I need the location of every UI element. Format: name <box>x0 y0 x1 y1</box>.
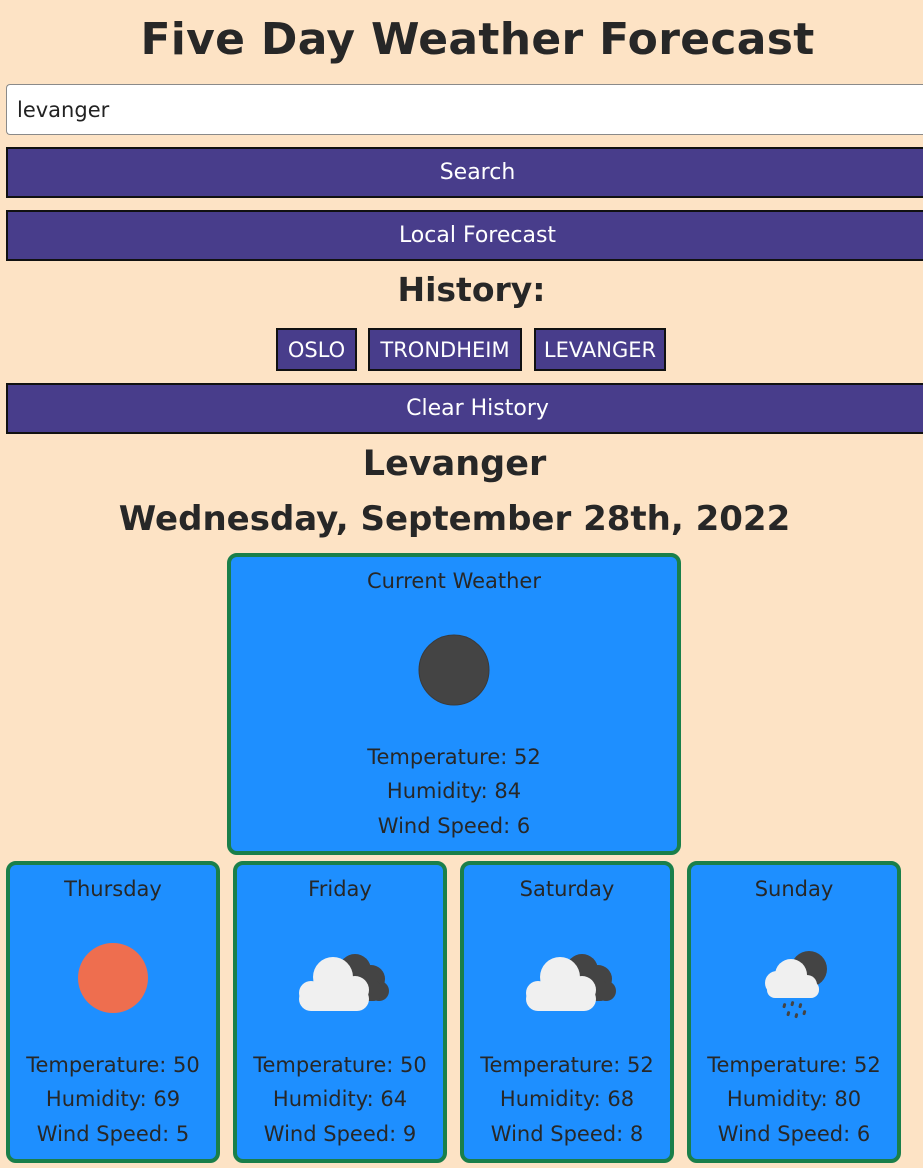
temperature-value: Temperature: 52 <box>707 1052 881 1077</box>
temperature-value: Temperature: 52 <box>367 744 541 769</box>
search-button[interactable]: Search <box>6 147 923 198</box>
search-input[interactable] <box>6 84 923 135</box>
forecast-day: Sunday <box>754 877 834 901</box>
history-item-oslo[interactable]: OSLO <box>276 328 357 371</box>
broken-clouds-icon <box>526 954 616 1011</box>
forecast-card-saturday: Saturday Temperature: 52 Humidity: 68 Wi… <box>460 861 674 1163</box>
temperature-value: Temperature: 52 <box>480 1052 654 1077</box>
forecast-day: Saturday <box>519 877 615 901</box>
humidity-value: Humidity: 84 <box>386 779 522 803</box>
history-item-levanger[interactable]: LEVANGER <box>534 328 666 371</box>
wind-speed-value: Wind Speed: 6 <box>377 813 531 838</box>
history-item-trondheim[interactable]: TRONDHEIM <box>368 328 522 371</box>
humidity-value: Humidity: 80 <box>726 1087 862 1111</box>
humidity-value: Humidity: 64 <box>272 1087 408 1111</box>
forecast-card-thursday: Thursday Temperature: 50 Humidity: 69 Wi… <box>6 861 220 1163</box>
forecast-card-sunday: Sunday Temperature: 52 Humidity: 80 Wind… <box>687 861 901 1163</box>
forecast-day: Friday <box>308 877 372 901</box>
city-name: Levanger <box>362 444 547 484</box>
wind-speed-value: Wind Speed: 9 <box>263 1121 417 1146</box>
humidity-value: Humidity: 68 <box>499 1087 635 1111</box>
dark-circle-icon <box>418 634 490 706</box>
temperature-value: Temperature: 50 <box>26 1052 200 1077</box>
history-heading: History: <box>397 270 546 309</box>
wind-speed-value: Wind Speed: 5 <box>36 1121 190 1146</box>
page-title: Five Day Weather Forecast <box>140 14 815 65</box>
current-weather-card: Current Weather Temperature: 52 Humidity… <box>227 553 681 855</box>
wind-speed-value: Wind Speed: 8 <box>490 1121 644 1146</box>
clear-history-button[interactable]: Clear History <box>6 383 923 434</box>
forecast-card-friday: Friday Temperature: 50 Humidity: 64 Wind… <box>233 861 447 1163</box>
rain-cloud-icon <box>765 951 827 1019</box>
card-title: Current Weather <box>367 569 541 593</box>
forecast-day: Thursday <box>64 877 162 901</box>
current-date: Wednesday, September 28th, 2022 <box>118 499 791 539</box>
temperature-value: Temperature: 50 <box>253 1052 427 1077</box>
humidity-value: Humidity: 69 <box>45 1087 181 1111</box>
wind-speed-value: Wind Speed: 6 <box>717 1121 871 1146</box>
broken-clouds-icon <box>299 954 389 1011</box>
local-forecast-button[interactable]: Local Forecast <box>6 210 923 261</box>
sun-icon <box>78 943 148 1013</box>
